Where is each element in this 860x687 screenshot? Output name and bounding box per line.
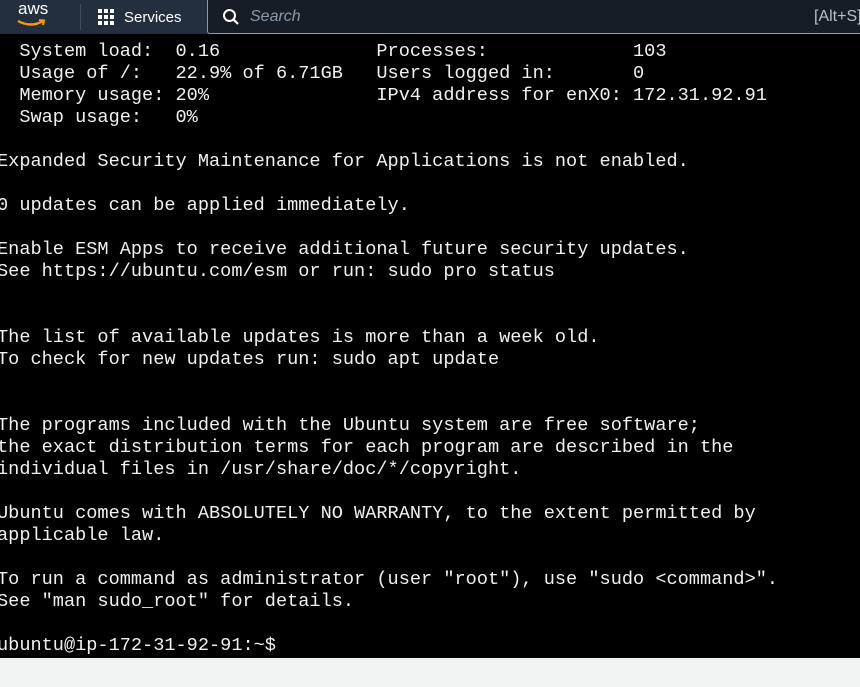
terminal-output: System load: 0.16 Processes: 103 Usage o…: [0, 41, 778, 657]
search-shortcut-hint: [Alt+S]: [814, 7, 860, 25]
terminal-line: applicable law.: [0, 525, 165, 546]
terminal-line: See https://ubuntu.com/esm or run: sudo …: [0, 261, 555, 282]
search-input[interactable]: [248, 6, 752, 27]
aws-smile-icon: [17, 19, 46, 26]
terminal-line: individual files in /usr/share/doc/*/cop…: [0, 459, 522, 480]
terminal-line: The list of available updates is more th…: [0, 327, 600, 348]
aws-console-topbar: aws Services [Alt+S]: [0, 0, 860, 34]
topbar-divider: [80, 4, 81, 30]
terminal-window[interactable]: System load: 0.16 Processes: 103 Usage o…: [0, 34, 860, 658]
services-menu-button[interactable]: Services: [98, 0, 182, 34]
services-grid-icon: [98, 9, 114, 25]
terminal-line: See "man sudo_root" for details.: [0, 591, 355, 612]
search-bar[interactable]: [Alt+S]: [207, 0, 860, 34]
terminal-line: 0 updates can be applied immediately.: [0, 195, 410, 216]
terminal-line: the exact distribution terms for each pr…: [0, 437, 734, 458]
terminal-line: The programs included with the Ubuntu sy…: [0, 415, 700, 436]
terminal-line: Swap usage: 0%: [0, 107, 198, 128]
terminal-line: System load: 0.16 Processes: 103: [0, 41, 667, 62]
terminal-line: Ubuntu comes with ABSOLUTELY NO WARRANTY…: [0, 503, 756, 524]
terminal-line: Memory usage: 20% IPv4 address for enX0:…: [0, 85, 767, 106]
terminal-line: To check for new updates run: sudo apt u…: [0, 349, 500, 370]
shell-prompt: ubuntu@ip-172-31-92-91:~$: [0, 635, 276, 656]
search-icon: [223, 8, 239, 25]
terminal-line: Expanded Security Maintenance for Applic…: [0, 151, 689, 172]
aws-logo[interactable]: aws: [14, 0, 58, 31]
terminal-line: Enable ESM Apps to receive additional fu…: [0, 239, 689, 260]
terminal-line: Usage of /: 22.9% of 6.71GB Users logged…: [0, 63, 645, 84]
aws-logo-text: aws: [18, 0, 49, 18]
services-label: Services: [124, 8, 182, 26]
terminal-line: To run a command as administrator (user …: [0, 569, 779, 590]
